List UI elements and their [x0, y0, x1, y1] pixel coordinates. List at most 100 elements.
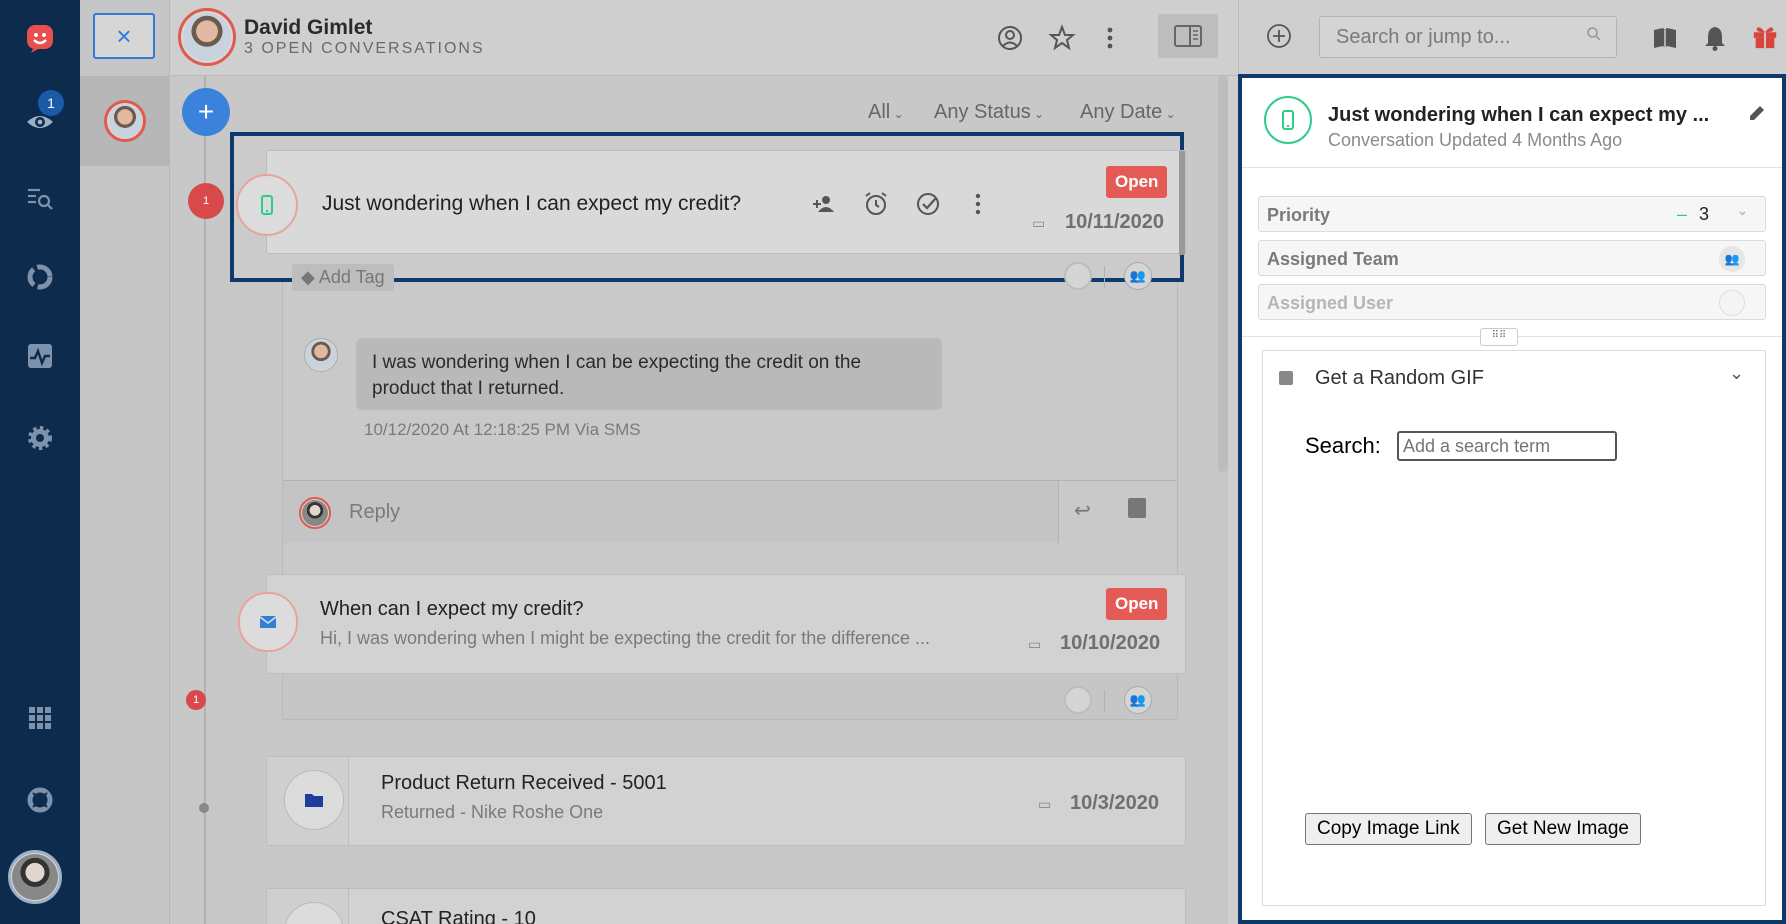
conversation-2-preview: Hi, I was wondering when I might be expe… — [320, 628, 930, 648]
get-new-image-button[interactable]: Get New Image — [1485, 813, 1641, 845]
priority-field[interactable]: Priority – 3 ⌄ — [1258, 196, 1766, 232]
knowledge-book-icon[interactable] — [1647, 20, 1683, 56]
user-avatar[interactable] — [8, 850, 62, 904]
side-panel-title: Just wondering when I can expect my ... — [1328, 104, 1710, 126]
event-title: Product Return Received - 5001 — [381, 772, 667, 794]
top-right-bar: Search or jump to... — [1238, 0, 1786, 74]
edit-pencil-icon[interactable] — [1746, 102, 1768, 129]
assigned-user-label: Assigned User — [1267, 293, 1394, 313]
more-vertical-icon[interactable] — [1092, 20, 1128, 56]
assigned-user-field[interactable]: Assigned User — [1258, 284, 1766, 320]
more-vertical-icon[interactable] — [960, 186, 996, 222]
event-subtitle: Returned - Nike Roshe One — [381, 802, 604, 822]
side-panel-header: Just wondering when I can expect my ... … — [1242, 78, 1782, 168]
gif-search-input[interactable] — [1397, 431, 1617, 461]
conversation-title[interactable]: Just wondering when I can expect my cred… — [322, 192, 741, 216]
reply-input[interactable]: Reply — [283, 481, 1058, 543]
left-nav: 1 — [0, 0, 80, 924]
close-button[interactable]: × — [93, 13, 155, 59]
star-icon[interactable] — [1044, 20, 1080, 56]
app-logo-icon[interactable] — [18, 16, 62, 60]
filter-channel-label: All — [868, 101, 891, 123]
assigned-team-field[interactable]: Assigned Team 👥 — [1258, 240, 1766, 276]
customer-avatar-large — [178, 8, 236, 66]
sms-channel-icon — [1264, 96, 1312, 144]
customer-column: × — [80, 0, 170, 924]
open-conversations-count: 3 OPEN CONVERSATIONS — [244, 40, 485, 57]
snooze-alarm-icon[interactable] — [858, 186, 894, 222]
tag-icon: ◆ — [301, 267, 319, 287]
card-scroll-edge — [1179, 151, 1185, 255]
chevron-down-icon[interactable]: ⌄ — [1729, 363, 1744, 384]
calendar-icon: ▭ — [1032, 215, 1046, 231]
assign-team-icon[interactable] — [806, 186, 842, 222]
search-icon — [1586, 25, 1602, 48]
reply-placeholder: Reply — [349, 501, 401, 523]
event-date: 10/3/2020 — [1070, 792, 1159, 814]
assignee-avatar-empty[interactable] — [1064, 686, 1092, 714]
chevron-down-icon: ⌄ — [1737, 203, 1748, 218]
customer-item-selected[interactable] — [80, 76, 170, 166]
help-icon[interactable] — [18, 778, 62, 822]
filter-channel[interactable]: All ⌄ — [868, 101, 904, 124]
divider — [1058, 481, 1059, 543]
email-channel-icon — [238, 592, 298, 652]
side-panel-updated: Conversation Updated 4 Months Ago — [1328, 130, 1623, 150]
global-search-placeholder: Search or jump to... — [1336, 26, 1511, 48]
calendar-icon: ▭ — [1028, 636, 1042, 652]
unread-badge: 1 — [188, 183, 224, 219]
customer-avatar — [104, 100, 146, 142]
folder-icon — [284, 770, 344, 830]
message-avatar — [304, 338, 338, 372]
message-bubble: I was wondering when I can be expecting … — [356, 338, 942, 410]
assigned-team-label: Assigned Team — [1267, 249, 1399, 269]
sms-channel-icon — [236, 174, 298, 236]
settings-icon[interactable] — [18, 416, 62, 460]
conversation-card-2[interactable] — [266, 574, 1186, 674]
notification-badge: 1 — [38, 90, 64, 116]
conversation-2-title[interactable]: When can I expect my credit? — [320, 598, 583, 621]
agent-avatar — [299, 497, 331, 529]
global-search-input[interactable]: Search or jump to... — [1319, 16, 1617, 58]
calendar-icon: ▭ — [1038, 796, 1052, 812]
conversation-side-panel: Just wondering when I can expect my ... … — [1238, 74, 1786, 924]
conversation-date: 10/11/2020 — [1065, 211, 1164, 233]
copy-image-link-button[interactable]: Copy Image Link — [1305, 813, 1472, 845]
note-icon[interactable] — [1128, 498, 1146, 518]
status-badge: Open — [1106, 166, 1168, 198]
priority-value: 3 — [1699, 204, 1710, 224]
image-icon — [1279, 371, 1293, 385]
assignee-avatar-empty[interactable] — [1064, 262, 1092, 290]
resolve-check-icon[interactable] — [910, 186, 946, 222]
priority-label: Priority — [1267, 205, 1331, 225]
team-icon[interactable]: 👥 — [1124, 686, 1152, 714]
status-badge: Open — [1106, 588, 1168, 620]
add-circle-icon[interactable] — [1261, 18, 1297, 54]
divider — [1104, 266, 1105, 288]
side-panel-toggle-icon[interactable] — [1158, 14, 1218, 58]
reply-arrow-icon[interactable]: ↩ — [1074, 498, 1091, 523]
timeline-scrollbar[interactable] — [1218, 76, 1228, 472]
reports-icon[interactable] — [18, 255, 62, 299]
activity-icon[interactable] — [18, 334, 62, 378]
filter-date-label: Any Date — [1080, 101, 1163, 123]
add-tag-label: Add Tag — [318, 267, 385, 287]
filter-status-label: Any Status — [934, 101, 1031, 123]
filter-status[interactable]: Any Status ⌄ — [934, 101, 1044, 124]
gif-app-title: Get a Random GIF — [1315, 367, 1484, 389]
add-tag-button[interactable]: ◆ Add Tag — [292, 264, 394, 291]
conversation-timeline: + All ⌄ Any Status ⌄ Any Date ⌄ 1 Just w… — [170, 76, 1228, 924]
chevron-down-icon: ⌄ — [890, 107, 904, 121]
search-list-icon[interactable] — [18, 176, 62, 220]
resize-handle-icon[interactable]: ⠿⠿ — [1480, 328, 1518, 346]
team-icon[interactable]: 👥 — [1124, 262, 1152, 290]
conversation-2-date: 10/10/2020 — [1060, 632, 1161, 654]
divider — [1104, 690, 1105, 712]
filter-date[interactable]: Any Date ⌄ — [1080, 101, 1176, 124]
apps-grid-icon[interactable] — [18, 696, 62, 740]
user-circle-icon[interactable] — [992, 20, 1028, 56]
event-2-title: CSAT Rating - 10 — [381, 908, 536, 924]
gift-icon[interactable] — [1747, 18, 1783, 54]
bell-icon[interactable] — [1697, 20, 1733, 56]
new-conversation-button[interactable]: + — [182, 88, 230, 136]
